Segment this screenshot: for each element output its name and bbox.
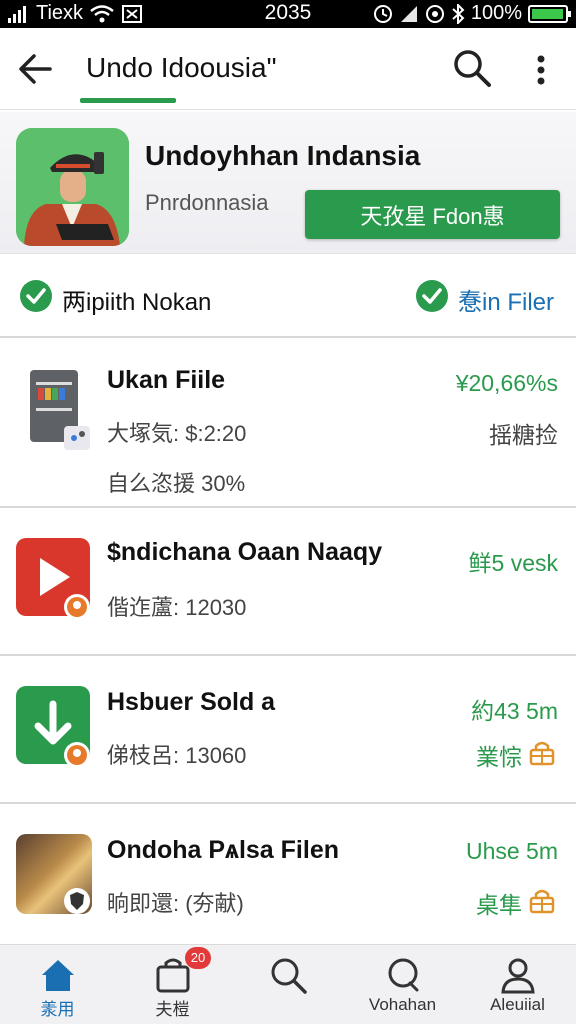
app-name: Undoyhhan Indansia bbox=[145, 140, 421, 171]
nav-label: 夫榿 bbox=[155, 1000, 190, 1019]
bottom-nav: 羕用 20 夫榿 Vohahan Aleuiial bbox=[0, 944, 576, 1024]
status-bar: Tiexk 2035 100% bbox=[0, 0, 576, 28]
nav-item-bag[interactable]: 20 夫榿 bbox=[115, 945, 230, 1024]
back-arrow-icon[interactable] bbox=[14, 48, 56, 90]
app-icon bbox=[16, 128, 129, 246]
item-title: Ukan Fiile bbox=[107, 366, 226, 394]
item-subtitle: 俤枝呂: 13060 bbox=[107, 743, 247, 768]
list-item[interactable]: Ondoha Pѧlsa Filen 晌即還: (夯献) Uhse 5m 桌隼 bbox=[0, 804, 576, 944]
app-bar: Undo Idoousia" bbox=[0, 28, 576, 110]
item-subtitle: 大塚気: $:2:20 bbox=[107, 421, 247, 446]
nav-label: Aleuiial bbox=[490, 995, 545, 1014]
list-item[interactable]: $ndichana Oaan Naaqy 偕迮蘆: 12030 鲜5 vesk bbox=[0, 508, 576, 656]
status-right: 100% bbox=[373, 2, 571, 25]
title-underline bbox=[80, 98, 176, 103]
home-icon bbox=[42, 960, 74, 991]
item-title: $ndichana Oaan Naaqy bbox=[107, 538, 383, 566]
nav-item-chat[interactable]: Vohahan bbox=[345, 945, 460, 1024]
item-price: 約43 5m bbox=[471, 698, 558, 724]
notification-badge: 20 bbox=[185, 947, 211, 969]
badges-row: 两ipiith Nokan 惷in Filer bbox=[0, 254, 576, 338]
file-cabinet-icon bbox=[30, 370, 90, 450]
item-price: 鲜5 vesk bbox=[468, 550, 558, 576]
nav-item-profile[interactable]: Aleuiial bbox=[460, 945, 575, 1024]
page-title: Undo Idoousia" bbox=[86, 52, 277, 83]
shop-lock-icon bbox=[529, 889, 555, 914]
item-status: 桌隼 bbox=[476, 892, 522, 918]
filter-link[interactable]: 惷in Filer bbox=[458, 282, 554, 317]
item-title: Ondoha Pѧlsa Filen bbox=[107, 836, 339, 864]
person-icon bbox=[501, 958, 535, 994]
item-subtitle: 偕迮蘆: 12030 bbox=[107, 595, 247, 620]
battery-percent: 100% bbox=[470, 2, 522, 24]
battery-icon bbox=[528, 4, 571, 23]
more-vert-icon[interactable] bbox=[526, 50, 556, 90]
battery-fill bbox=[532, 8, 563, 19]
item-subtitle: 自么恣援 30% bbox=[107, 471, 246, 496]
app-header: Undoyhhan Indansia Pnrdonnasia 天孜星 Fdon惠 bbox=[0, 112, 576, 254]
item-price: Uhse 5m bbox=[465, 838, 558, 864]
item-title: Hsbuer Sold a bbox=[107, 688, 276, 716]
shop-lock-icon bbox=[529, 741, 555, 766]
search-icon bbox=[271, 958, 307, 994]
shield-icon bbox=[64, 888, 90, 914]
bluetooth-icon bbox=[452, 3, 465, 24]
item-price: ¥20,66%s bbox=[455, 370, 558, 396]
nav-label: Vohahan bbox=[368, 995, 437, 1014]
item-subtitle: 晌即還: (夯献) bbox=[107, 891, 244, 916]
nav-label: 羕用 bbox=[40, 1000, 75, 1019]
check-icon bbox=[416, 280, 448, 312]
cell-signal-icon bbox=[400, 5, 417, 22]
install-button[interactable]: 天孜星 Fdon惠 bbox=[305, 190, 560, 239]
badge-left-label: 两ipiith Nokan bbox=[62, 289, 212, 316]
award-badge-icon bbox=[64, 594, 90, 620]
list-item[interactable]: Hsbuer Sold a 俤枝呂: 13060 約43 5m 業悰 bbox=[0, 656, 576, 804]
list-item[interactable]: Ukan Fiile 大塚気: $:2:20 自么恣援 30% ¥20,66%s… bbox=[0, 338, 576, 508]
check-icon bbox=[20, 280, 52, 312]
app-developer: Pnrdonnasia bbox=[145, 190, 269, 215]
app-illustration bbox=[16, 128, 129, 246]
nav-item-search[interactable] bbox=[230, 945, 345, 1024]
alarm-icon bbox=[373, 4, 392, 23]
item-status: 業悰 bbox=[476, 744, 522, 770]
chat-icon bbox=[388, 958, 419, 992]
search-icon[interactable] bbox=[450, 46, 494, 90]
sync-icon bbox=[425, 4, 444, 23]
nav-item-home[interactable]: 羕用 bbox=[0, 945, 115, 1024]
item-status: 揺糖捡 bbox=[489, 422, 558, 448]
award-badge-icon bbox=[64, 742, 90, 768]
